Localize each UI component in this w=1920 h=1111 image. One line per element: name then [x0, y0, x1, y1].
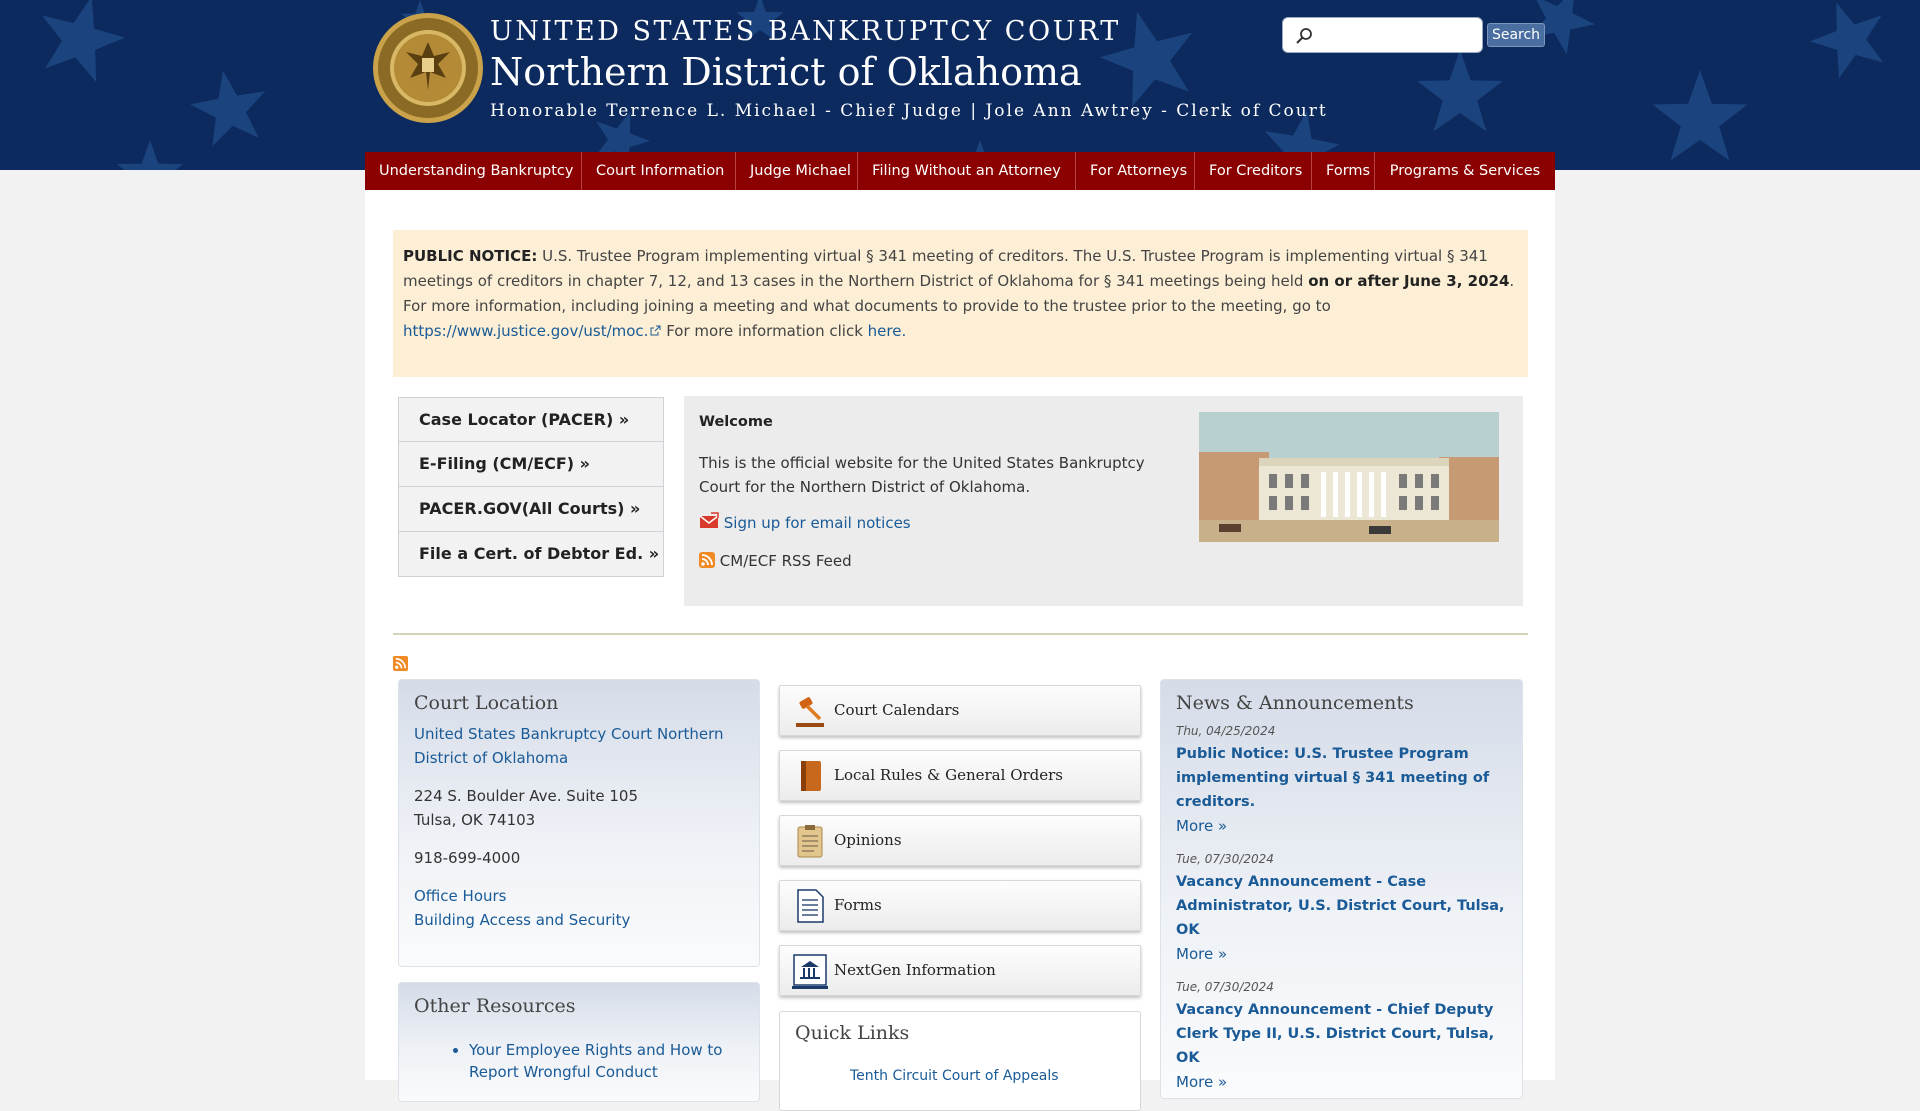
local-rules-button[interactable]: Local Rules & General Orders: [779, 750, 1141, 801]
rss-icon[interactable]: [393, 656, 408, 671]
notice-link-moc[interactable]: https://www.justice.gov/ust/moc.: [403, 322, 648, 340]
rss-feed-label: CM/ECF RSS Feed: [719, 552, 852, 570]
welcome-text: This is the official website for the Uni…: [699, 454, 1145, 496]
public-notice: PUBLIC NOTICE: U.S. Trustee Program impl…: [393, 230, 1528, 377]
court-calendars-button[interactable]: Court Calendars: [779, 685, 1141, 736]
clipboard-icon: [797, 825, 823, 858]
email-notices-link[interactable]: Sign up for email notices: [699, 512, 911, 532]
building-access-link[interactable]: Building Access and Security: [414, 911, 630, 929]
search-icon: [1296, 28, 1312, 44]
court-name-link[interactable]: United States Bankruptcy Court Northern …: [414, 722, 744, 770]
news-headline[interactable]: Public Notice: U.S. Trustee Program impl…: [1176, 742, 1507, 814]
nav-forms[interactable]: Forms: [1312, 152, 1375, 190]
forms-button[interactable]: Forms: [779, 880, 1141, 931]
nav-filing-without-attorney[interactable]: Filing Without an Attorney: [858, 152, 1076, 190]
quick-links-title: Quick Links: [795, 1022, 910, 1044]
local-rules-label: Local Rules & General Orders: [834, 766, 1064, 784]
nav-for-attorneys[interactable]: For Attorneys: [1076, 152, 1195, 190]
email-icon: [699, 512, 719, 528]
pacer-gov-button[interactable]: PACER.GOV(All Courts) »: [398, 487, 664, 532]
case-locator-button[interactable]: Case Locator (PACER) »: [398, 397, 664, 442]
welcome-panel: Welcome This is the official website for…: [684, 396, 1523, 606]
court-calendars-label: Court Calendars: [834, 701, 960, 719]
nextgen-button[interactable]: NextGen Information: [779, 945, 1141, 996]
email-notices-label: Sign up for email notices: [723, 514, 911, 532]
e-filing-button[interactable]: E-Filing (CM/ECF) »: [398, 442, 664, 487]
notice-text-3: For more information click: [661, 322, 868, 340]
court-links: Office Hours Building Access and Securit…: [414, 884, 744, 932]
opinions-label: Opinions: [834, 831, 902, 849]
section-divider: [393, 633, 1528, 635]
courthouse-icon: [792, 954, 828, 989]
quick-link-item[interactable]: Tenth Circuit Court of Appeals: [850, 1068, 1125, 1084]
employee-rights-link[interactable]: Your Employee Rights and How to Report W…: [469, 1039, 744, 1083]
district-name[interactable]: Northern District of Oklahoma: [490, 50, 1082, 94]
courthouse-image: [1199, 412, 1499, 542]
quick-links-panel: Quick Links Tenth Circuit Court of Appea…: [779, 1011, 1141, 1111]
notice-link-here[interactable]: here.: [868, 322, 907, 340]
judges-line: Honorable Terrence L. Michael - Chief Ju…: [490, 101, 1328, 121]
welcome-title: Welcome: [699, 414, 773, 430]
news-date: Tue, 07/30/2024: [1176, 980, 1274, 994]
nav-judge-michael[interactable]: Judge Michael: [736, 152, 858, 190]
forms-label: Forms: [834, 896, 882, 914]
book-icon: [801, 761, 821, 791]
news-title: News & Announcements: [1176, 692, 1414, 714]
opinions-button[interactable]: Opinions: [779, 815, 1141, 866]
notice-label: PUBLIC NOTICE:: [403, 247, 538, 265]
news-panel: News & Announcements Thu, 04/25/2024 Pub…: [1160, 679, 1523, 1099]
notice-date: on or after June 3, 2024: [1308, 272, 1510, 290]
search-button[interactable]: Search: [1487, 23, 1545, 47]
news-date: Thu, 04/25/2024: [1176, 724, 1276, 738]
news-headline[interactable]: Vacancy Announcement - Case Administrato…: [1176, 870, 1507, 942]
site-header: UNITED STATES BANKRUPTCY COURT Northern …: [0, 0, 1920, 170]
other-resources-panel: Other Resources Your Employee Rights and…: [398, 982, 760, 1102]
court-location-title: Court Location: [414, 692, 559, 714]
court-address: 224 S. Boulder Ave. Suite 105 Tulsa, OK …: [414, 784, 744, 832]
gavel-icon: [796, 697, 824, 727]
court-location-panel: Court Location United States Bankruptcy …: [398, 679, 760, 967]
nav-programs-services[interactable]: Programs & Services: [1375, 152, 1555, 190]
news-date: Tue, 07/30/2024: [1176, 852, 1274, 866]
news-headline[interactable]: Vacancy Announcement - Chief Deputy Cler…: [1176, 998, 1507, 1070]
court-seal-logo[interactable]: [372, 12, 484, 124]
other-resources-title: Other Resources: [414, 995, 576, 1017]
nav-for-creditors[interactable]: For Creditors: [1195, 152, 1312, 190]
court-name: UNITED STATES BANKRUPTCY COURT: [490, 16, 1121, 47]
news-more-link[interactable]: More »: [1176, 814, 1507, 838]
nextgen-label: NextGen Information: [834, 961, 996, 979]
court-phone: 918-699-4000: [414, 849, 521, 867]
debtor-ed-button[interactable]: File a Cert. of Debtor Ed. »: [398, 532, 664, 577]
office-hours-link[interactable]: Office Hours: [414, 887, 507, 905]
nav-court-information[interactable]: Court Information: [582, 152, 736, 190]
main-nav: Understanding Bankruptcy Court Informati…: [365, 152, 1555, 190]
quick-links-list: Case Locator (PACER) » E-Filing (CM/ECF)…: [398, 397, 664, 577]
news-more-link[interactable]: More »: [1176, 942, 1507, 966]
document-icon: [797, 889, 824, 923]
rss-feed-link[interactable]: CM/ECF RSS Feed: [699, 552, 852, 570]
address-line-1: 224 S. Boulder Ave. Suite 105: [414, 787, 639, 805]
nav-understanding-bankruptcy[interactable]: Understanding Bankruptcy: [365, 152, 582, 190]
news-more-link[interactable]: More »: [1176, 1070, 1507, 1094]
external-link-icon: [650, 325, 661, 336]
rss-icon: [699, 552, 715, 568]
address-line-2: Tulsa, OK 74103: [414, 811, 536, 829]
search-input[interactable]: [1282, 17, 1483, 53]
